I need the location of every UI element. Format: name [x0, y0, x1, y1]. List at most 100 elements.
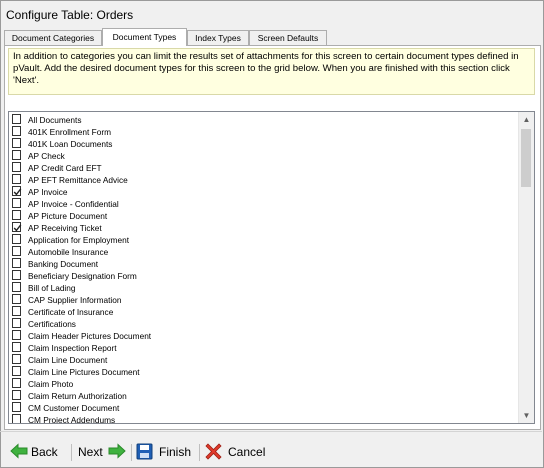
back-label: Back: [31, 445, 58, 459]
checkbox[interactable]: [12, 210, 21, 220]
list-item[interactable]: Claim Return Authorization: [9, 390, 521, 402]
list-item-label: AP Receiving Ticket: [28, 223, 102, 233]
checkbox[interactable]: [12, 366, 21, 376]
list-item[interactable]: Bill of Lading: [9, 282, 521, 294]
list-item[interactable]: AP Receiving Ticket: [9, 222, 521, 234]
list-item[interactable]: Claim Header Pictures Document: [9, 330, 521, 342]
list-item[interactable]: AP EFT Remittance Advice: [9, 174, 521, 186]
tab-screen-defaults[interactable]: Screen Defaults: [249, 30, 327, 45]
checkbox[interactable]: [12, 342, 21, 352]
list-item[interactable]: CAP Supplier Information: [9, 294, 521, 306]
finish-button[interactable]: Finish: [136, 439, 194, 465]
checkbox[interactable]: [12, 390, 21, 400]
scroll-up-icon[interactable]: ▲: [519, 112, 534, 127]
list-item-label: AP Credit Card EFT: [28, 163, 102, 173]
checkbox[interactable]: [12, 330, 21, 340]
list-item-label: Automobile Insurance: [28, 247, 109, 257]
list-item-label: CAP Supplier Information: [28, 295, 122, 305]
document-types-panel: In addition to categories you can limit …: [4, 45, 541, 430]
list-item-label: Bill of Lading: [28, 283, 76, 293]
checkbox[interactable]: [12, 174, 21, 184]
list-item[interactable]: AP Credit Card EFT: [9, 162, 521, 174]
back-button[interactable]: Back: [10, 439, 65, 465]
list-item-label: Certificate of Insurance: [28, 307, 114, 317]
checkbox[interactable]: [12, 354, 21, 364]
tab-document-categories[interactable]: Document Categories: [4, 30, 102, 45]
checkbox[interactable]: [12, 222, 22, 232]
list-item[interactable]: CM Project Addendums: [9, 414, 521, 424]
checkbox[interactable]: [12, 162, 21, 172]
instructions-text: In addition to categories you can limit …: [8, 48, 535, 95]
checkbox[interactable]: [12, 318, 21, 328]
checkbox[interactable]: [12, 150, 21, 160]
checkbox[interactable]: [12, 294, 21, 304]
list-item-label: 401K Loan Documents: [28, 139, 113, 149]
list-item[interactable]: Certificate of Insurance: [9, 306, 521, 318]
tab-index-types[interactable]: Index Types: [187, 30, 249, 45]
list-item-label: Claim Line Document: [28, 355, 108, 365]
arrow-left-icon: [10, 443, 28, 459]
save-icon: [136, 443, 153, 460]
next-button[interactable]: Next: [77, 439, 129, 465]
checkbox[interactable]: [12, 258, 21, 268]
checkbox[interactable]: [12, 378, 21, 388]
checkbox[interactable]: [12, 414, 21, 423]
checkbox[interactable]: [12, 402, 21, 412]
checkmark-icon: [13, 224, 22, 232]
list-item[interactable]: AP Check: [9, 150, 521, 162]
cancel-button[interactable]: Cancel: [205, 439, 267, 465]
checkbox[interactable]: [12, 282, 21, 292]
list-item[interactable]: Certifications: [9, 318, 521, 330]
list-item-label: AP Picture Document: [28, 211, 108, 221]
list-item-label: All Documents: [28, 115, 82, 125]
arrow-right-icon: [108, 443, 126, 459]
checkbox[interactable]: [12, 306, 21, 316]
list-item[interactable]: Beneficiary Designation Form: [9, 270, 521, 282]
list-item[interactable]: Claim Inspection Report: [9, 342, 521, 354]
checkmark-icon: [13, 188, 22, 196]
checkbox[interactable]: [12, 234, 21, 244]
list-item-label: Claim Line Pictures Document: [28, 367, 140, 377]
tab-document-types[interactable]: Document Types: [102, 28, 187, 46]
list-item[interactable]: Automobile Insurance: [9, 246, 521, 258]
scroll-thumb[interactable]: [521, 129, 531, 187]
list-item[interactable]: Banking Document: [9, 258, 521, 270]
list-item-label: Banking Document: [28, 259, 99, 269]
list-item[interactable]: All Documents: [9, 114, 521, 126]
checkbox[interactable]: [12, 186, 22, 196]
list-item-label: Beneficiary Designation Form: [28, 271, 137, 281]
footer-separator: [131, 444, 132, 461]
vertical-scrollbar[interactable]: ▲ ▼: [518, 112, 534, 423]
list-item[interactable]: Application for Employment: [9, 234, 521, 246]
checkbox[interactable]: [12, 270, 21, 280]
checkbox[interactable]: [12, 114, 21, 124]
list-item-label: CM Project Addendums: [28, 415, 116, 424]
list-item-label: Claim Header Pictures Document: [28, 331, 152, 341]
scroll-down-icon[interactable]: ▼: [519, 408, 534, 423]
cancel-x-icon: [205, 443, 222, 460]
checkbox[interactable]: [12, 138, 21, 148]
checkbox[interactable]: [12, 126, 21, 136]
list-item[interactable]: 401K Enrollment Form: [9, 126, 521, 138]
finish-label: Finish: [159, 445, 192, 459]
list-item[interactable]: AP Invoice - Confidential: [9, 198, 521, 210]
list-item[interactable]: Claim Line Document: [9, 354, 521, 366]
dialog-title: Configure Table: Orders: [6, 8, 134, 22]
footer-divider: [0, 431, 542, 432]
list-item[interactable]: Claim Line Pictures Document: [9, 366, 521, 378]
list-item-label: AP EFT Remittance Advice: [28, 175, 128, 185]
footer-separator: [199, 444, 200, 461]
cancel-label: Cancel: [228, 445, 266, 459]
list-item[interactable]: Claim Photo: [9, 378, 521, 390]
checkbox[interactable]: [12, 246, 21, 256]
list-item-label: Application for Employment: [28, 235, 129, 245]
list-item[interactable]: AP Picture Document: [9, 210, 521, 222]
list-item[interactable]: CM Customer Document: [9, 402, 521, 414]
checkbox[interactable]: [12, 198, 21, 208]
list-item-label: AP Check: [28, 151, 65, 161]
document-types-list[interactable]: All Documents 401K Enrollment Form 401K Lo…: [8, 111, 535, 424]
list-item-label: Claim Photo: [28, 379, 74, 389]
document-types-items: All Documents 401K Enrollment Form 401K Lo…: [9, 114, 521, 424]
list-item[interactable]: 401K Loan Documents: [9, 138, 521, 150]
list-item[interactable]: AP Invoice: [9, 186, 521, 198]
